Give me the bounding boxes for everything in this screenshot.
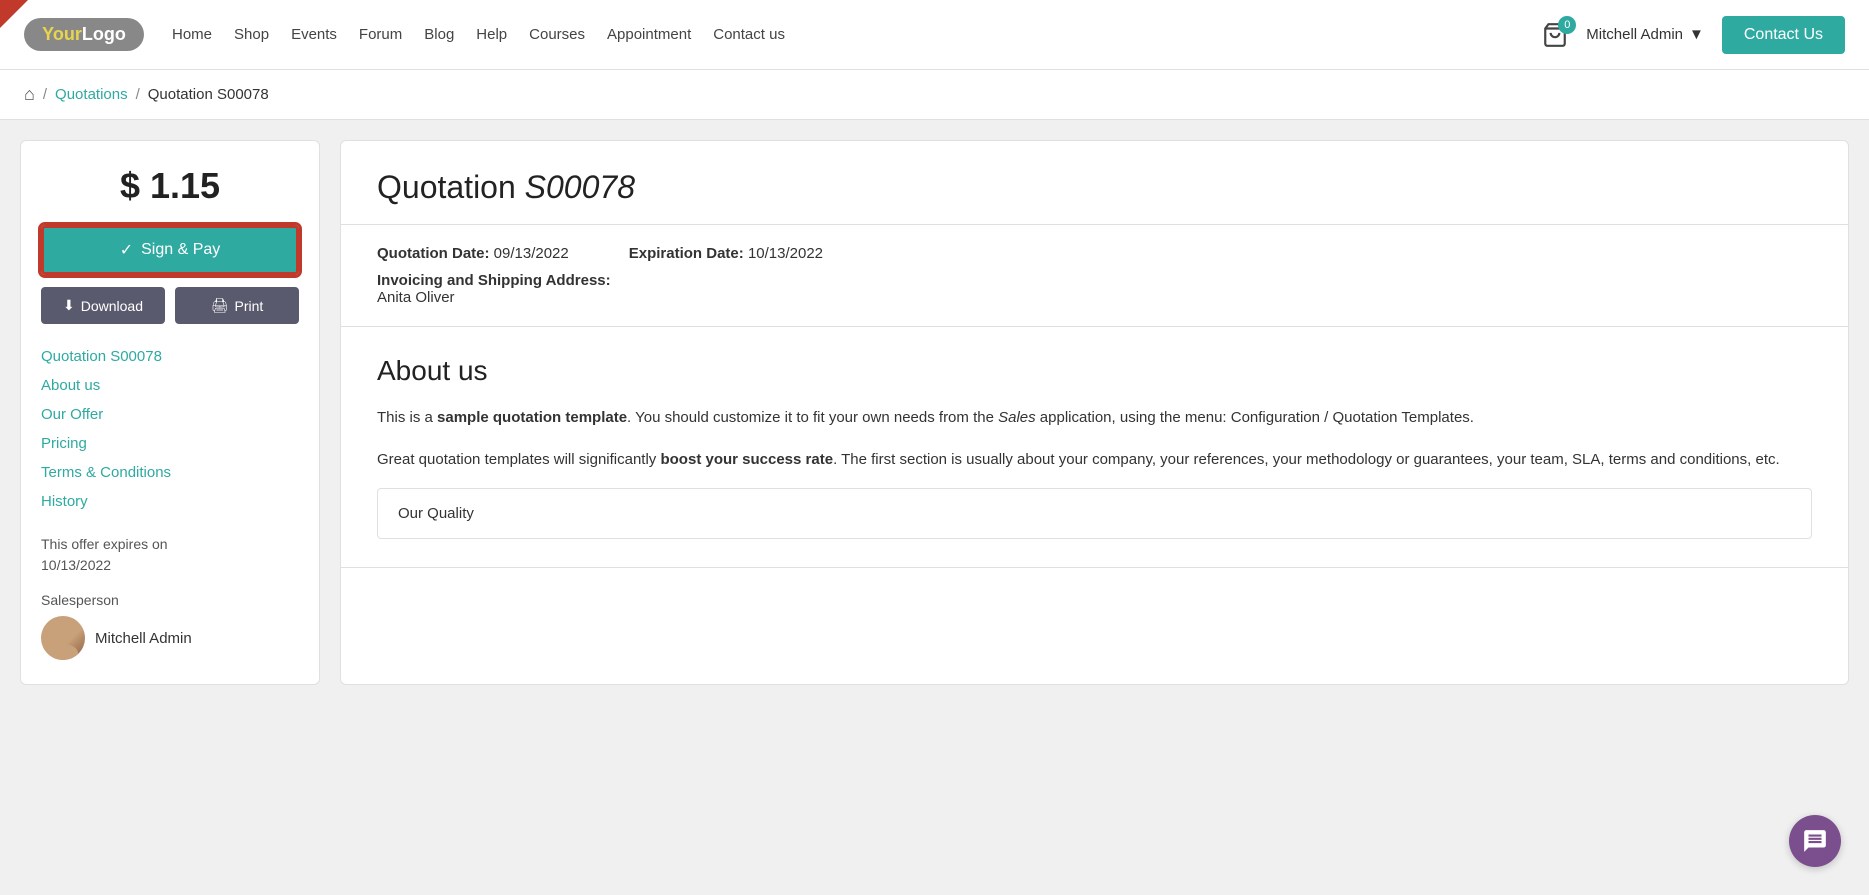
about-text1-end: application, using the menu: Configurati… bbox=[1036, 409, 1474, 426]
breadcrumb-current: Quotation S00078 bbox=[148, 86, 269, 103]
chat-bubble[interactable] bbox=[1789, 815, 1841, 867]
user-dropdown[interactable]: Mitchell Admin ▼ bbox=[1586, 26, 1704, 43]
sidebar-nav: Quotation S00078 About us Our Offer Pric… bbox=[41, 344, 299, 514]
about-text2-before: Great quotation templates will significa… bbox=[377, 451, 660, 468]
address-name: Anita Oliver bbox=[377, 289, 455, 306]
action-row: ⬇ Download 🖨 Print bbox=[41, 287, 299, 324]
cart-badge: 0 bbox=[1558, 16, 1576, 34]
price-display: $ 1.15 bbox=[41, 165, 299, 207]
about-text1-italic: Sales bbox=[998, 409, 1036, 426]
nav-forum[interactable]: Forum bbox=[359, 26, 402, 43]
sidebar-nav-pricing[interactable]: Pricing bbox=[41, 431, 299, 456]
expiry-label: This offer expires on bbox=[41, 536, 168, 552]
about-section: About us This is a sample quotation temp… bbox=[341, 327, 1848, 568]
nav-shop[interactable]: Shop bbox=[234, 26, 269, 43]
download-button[interactable]: ⬇ Download bbox=[41, 287, 165, 324]
sign-pay-label: Sign & Pay bbox=[141, 241, 220, 259]
about-text2-bold: boost your success rate bbox=[660, 451, 833, 468]
checkmark-icon: ✓ bbox=[120, 240, 133, 260]
nav-contact-us[interactable]: Contact us bbox=[713, 26, 785, 43]
about-text-2: Great quotation templates will significa… bbox=[377, 447, 1812, 473]
print-label: Print bbox=[234, 298, 263, 314]
download-label: Download bbox=[81, 298, 143, 314]
sign-pay-button[interactable]: ✓ Sign & Pay bbox=[41, 225, 299, 275]
breadcrumb-sep-2: / bbox=[136, 86, 140, 103]
main-layout: $ 1.15 ✓ Sign & Pay ⬇ Download 🖨 Print Q… bbox=[0, 140, 1869, 715]
quotation-id: S00078 bbox=[525, 169, 635, 205]
about-text1-after: . You should customize it to fit your ow… bbox=[627, 409, 998, 426]
about-title: About us bbox=[377, 355, 1812, 387]
about-text-1: This is a sample quotation template. You… bbox=[377, 405, 1812, 431]
logo[interactable]: YourLogo bbox=[24, 18, 144, 51]
cart-icon[interactable]: 0 bbox=[1542, 22, 1568, 48]
print-icon: 🖨 bbox=[211, 297, 229, 314]
nav-appointment[interactable]: Appointment bbox=[607, 26, 691, 43]
about-text1-before: This is a bbox=[377, 409, 437, 426]
nav-home[interactable]: Home bbox=[172, 26, 212, 43]
sidebar: $ 1.15 ✓ Sign & Pay ⬇ Download 🖨 Print Q… bbox=[20, 140, 320, 685]
navbar: YourLogo Home Shop Events Forum Blog Hel… bbox=[0, 0, 1869, 70]
salesperson-name: Mitchell Admin bbox=[95, 630, 192, 647]
address-label: Invoicing and Shipping Address: bbox=[377, 272, 611, 289]
download-icon: ⬇ bbox=[63, 297, 75, 314]
quality-label: Our Quality bbox=[398, 505, 474, 522]
avatar bbox=[41, 616, 85, 660]
sidebar-nav-quotation[interactable]: Quotation S00078 bbox=[41, 344, 299, 369]
nav-help[interactable]: Help bbox=[476, 26, 507, 43]
nav-links: Home Shop Events Forum Blog Help Courses… bbox=[172, 26, 1542, 43]
expiry-info: This offer expires on 10/13/2022 bbox=[41, 534, 299, 576]
dropdown-chevron-icon: ▼ bbox=[1689, 26, 1704, 43]
quotation-date-item: Quotation Date: 09/13/2022 bbox=[377, 245, 569, 262]
sidebar-nav-terms[interactable]: Terms & Conditions bbox=[41, 460, 299, 485]
expiration-date-item: Expiration Date: 10/13/2022 bbox=[629, 245, 823, 262]
breadcrumb-sep-1: / bbox=[43, 86, 47, 103]
address-section: Invoicing and Shipping Address: Anita Ol… bbox=[377, 272, 1812, 306]
salesperson-label: Salesperson bbox=[41, 592, 299, 608]
nav-courses[interactable]: Courses bbox=[529, 26, 585, 43]
dates-row: Quotation Date: 09/13/2022 Expiration Da… bbox=[377, 245, 1812, 262]
sidebar-nav-history[interactable]: History bbox=[41, 489, 299, 514]
sidebar-nav-offer[interactable]: Our Offer bbox=[41, 402, 299, 427]
expiry-date: 10/13/2022 bbox=[41, 557, 111, 573]
breadcrumb-quotations[interactable]: Quotations bbox=[55, 86, 128, 103]
quality-box: Our Quality bbox=[377, 488, 1812, 539]
home-icon[interactable]: ⌂ bbox=[24, 84, 35, 105]
about-text2-after: . The first section is usually about you… bbox=[833, 451, 1780, 468]
content-area: Quotation S00078 Quotation Date: 09/13/2… bbox=[340, 140, 1849, 685]
print-button[interactable]: 🖨 Print bbox=[175, 287, 299, 324]
nav-right: 0 Mitchell Admin ▼ Contact Us bbox=[1542, 16, 1845, 54]
contact-us-button[interactable]: Contact Us bbox=[1722, 16, 1845, 54]
quotation-header: Quotation S00078 bbox=[341, 141, 1848, 225]
quotation-title: Quotation S00078 bbox=[377, 169, 1812, 206]
salesperson-row: Mitchell Admin bbox=[41, 616, 299, 660]
quotation-meta: Quotation Date: 09/13/2022 Expiration Da… bbox=[341, 225, 1848, 327]
about-text1-bold: sample quotation template bbox=[437, 409, 627, 426]
nav-blog[interactable]: Blog bbox=[424, 26, 454, 43]
nav-events[interactable]: Events bbox=[291, 26, 337, 43]
breadcrumb: ⌂ / Quotations / Quotation S00078 bbox=[0, 70, 1869, 120]
user-name: Mitchell Admin bbox=[1586, 26, 1683, 43]
quotation-title-prefix: Quotation bbox=[377, 169, 525, 205]
sidebar-nav-about[interactable]: About us bbox=[41, 373, 299, 398]
